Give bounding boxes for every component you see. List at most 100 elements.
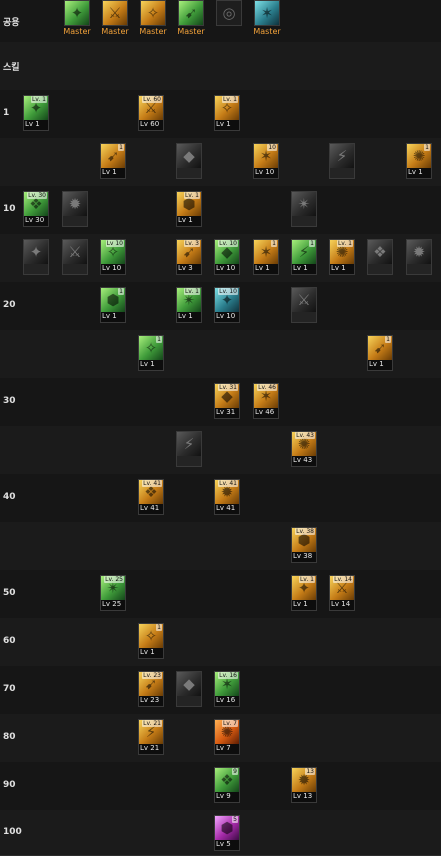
common-skill-5[interactable]: ◎ xyxy=(214,0,244,40)
skill-level-label: Lv 1 xyxy=(369,360,384,368)
skill-slot[interactable]: ◆ Lv. 10 Lv 10 xyxy=(214,239,240,275)
skill-slot[interactable]: ⬢ 5 Lv 5 xyxy=(214,815,240,851)
skill-slot[interactable]: ⬢ Lv. 1 Lv 1 xyxy=(176,191,202,227)
skill-rank-badge: Lv. 30 xyxy=(27,192,47,199)
skill-rank-badge: Lv. 1 xyxy=(221,96,238,103)
skill-slot[interactable]: ✦ xyxy=(23,239,49,275)
skill-slot[interactable]: ✧ 1 Lv 1 xyxy=(138,623,164,659)
row-level-label: 1 xyxy=(3,108,10,118)
row-level-label: 60 xyxy=(3,636,16,646)
skill-rank-badge: Lv. 43 xyxy=(295,432,315,439)
skill-rank-badge: Lv. 14 xyxy=(333,576,353,583)
skill-level-label: Lv 1 xyxy=(140,648,155,656)
skill-slot[interactable]: ◆ xyxy=(176,671,202,707)
skill-slot[interactable]: ➹ Lv. 23 Lv 23 xyxy=(138,671,164,707)
skill-slot[interactable]: ⚔ xyxy=(291,287,317,323)
arrow-icon: ◆ xyxy=(177,144,201,168)
common-skill-6[interactable]: ✶ Master xyxy=(252,0,282,40)
common-skill-4[interactable]: ➹ Master xyxy=(176,0,206,40)
skill-slot[interactable]: ➹ 1 Lv 1 xyxy=(100,143,126,179)
skill-slot[interactable]: ❖ xyxy=(367,239,393,275)
skill-slot[interactable]: ⚔ Lv. 14 Lv 14 xyxy=(329,575,355,611)
dash-icon: ➹ xyxy=(178,0,204,26)
skill-slot[interactable]: ⚡ xyxy=(329,143,355,179)
row-level-label: 30 xyxy=(3,396,16,406)
common-skill-1[interactable]: ✦ Master xyxy=(62,0,92,40)
skill-slot[interactable]: ✦ Lv. 10 Lv 10 xyxy=(214,287,240,323)
row-level-label: 80 xyxy=(3,732,16,742)
skill-slot[interactable]: ⚡ xyxy=(176,431,202,467)
skill-level-label: Lv 3 xyxy=(178,264,193,272)
cross-icon: ❖ xyxy=(368,240,392,264)
skill-slot[interactable]: ⬢ 1 Lv 1 xyxy=(100,287,126,323)
skill-slot[interactable]: ⚔ xyxy=(62,239,88,275)
skill-slot[interactable]: ✧ Lv. 1 Lv 1 xyxy=(214,95,240,131)
skill-slot[interactable]: ⚡ Lv. 21 Lv 21 xyxy=(138,719,164,755)
skill-slot[interactable]: ✺ 1 Lv 1 xyxy=(406,143,432,179)
skill-slot[interactable]: ⬢ Lv. 38 Lv 38 xyxy=(291,527,317,563)
skill-slot[interactable]: ✺ Lv. 1 Lv 1 xyxy=(329,239,355,275)
skill-rank-badge: 1 xyxy=(118,288,124,295)
skill-slot[interactable]: ✴ Lv. 25 Lv 25 xyxy=(100,575,126,611)
skill-slot[interactable]: ✺ Lv. 43 Lv 43 xyxy=(291,431,317,467)
shield-icon: ⚡ xyxy=(330,144,354,168)
skill-level-label: Lv 1 xyxy=(25,120,40,128)
skill-rank-badge: Lv. 25 xyxy=(104,576,124,583)
common-skill-2[interactable]: ⚔ Master xyxy=(100,0,130,40)
skill-slot[interactable]: ✶ 10 Lv 10 xyxy=(253,143,279,179)
row-level-label: 70 xyxy=(3,684,16,694)
common-skill-3[interactable]: ✧ Master xyxy=(138,0,168,40)
skill-level-label: Lv 5 xyxy=(216,840,231,848)
skill-slot[interactable]: ➹ 1 Lv 1 xyxy=(367,335,393,371)
skill-slot[interactable]: ◆ xyxy=(176,143,202,179)
master-label: Master xyxy=(177,27,205,36)
skill-rank-badge: 1 xyxy=(156,336,162,343)
skill-slot[interactable]: ⚡ 1 Lv 1 xyxy=(291,239,317,275)
skill-level-label: Lv 41 xyxy=(140,504,160,512)
skill-rank-badge: Lv. 10 xyxy=(218,240,238,247)
skill-rank-badge: Lv. 60 xyxy=(142,96,162,103)
skill-rank-badge: 1 xyxy=(385,336,391,343)
skill-slot[interactable]: ✶ 1 Lv 1 xyxy=(253,239,279,275)
skill-slot[interactable]: ✦ Lv. 1 Lv 1 xyxy=(23,95,49,131)
skill-level-label: Lv 16 xyxy=(216,696,236,704)
skill-rank-badge: 1 xyxy=(118,144,124,151)
skill-slot[interactable]: ❖ Lv. 30 Lv 30 xyxy=(23,191,49,227)
skill-level-label: Lv 30 xyxy=(25,216,45,224)
skill-rank-badge: Lv. 31 xyxy=(218,384,238,391)
skill-slot[interactable]: ✴ Lv. 1 Lv 1 xyxy=(176,287,202,323)
skill-level-label: Lv 38 xyxy=(293,552,313,560)
skill-level-label: Lv 1 xyxy=(102,312,117,320)
skill-rank-badge: Lv. 46 xyxy=(257,384,277,391)
skill-row xyxy=(0,426,441,475)
skill-slot[interactable]: ✶ Lv. 46 Lv 46 xyxy=(253,383,279,419)
skill-slot[interactable]: ➹ Lv. 3 Lv 3 xyxy=(176,239,202,275)
skill-slot[interactable]: ❖ Lv. 41 Lv 41 xyxy=(138,479,164,515)
skill-level-label: Lv 14 xyxy=(331,600,351,608)
skill-slot[interactable]: ✦ Lv. 1 Lv 1 xyxy=(291,575,317,611)
skill-level-label: Lv 31 xyxy=(216,408,236,416)
sword-icon: ✹ xyxy=(63,192,87,216)
skill-slot[interactable]: ✧ 1 Lv 1 xyxy=(138,335,164,371)
skill-rank-badge: 5 xyxy=(232,816,238,823)
skill-slot[interactable]: ✹ 13 Lv 13 xyxy=(291,767,317,803)
skill-slot[interactable]: ⚔ Lv. 60 Lv 60 xyxy=(138,95,164,131)
skill-slot[interactable]: ✴ xyxy=(291,191,317,227)
skill-slot[interactable]: ✧ Lv 10 Lv 10 xyxy=(100,239,126,275)
skill-level-label: Lv 60 xyxy=(140,120,160,128)
skill-rank-badge: Lv. 1 xyxy=(183,288,200,295)
skill-slot[interactable]: ✺ Lv. 7 Lv 7 xyxy=(214,719,240,755)
master-label: Master xyxy=(63,27,91,36)
skill-row: 50 xyxy=(0,570,441,619)
skill-slot[interactable]: ✹ xyxy=(406,239,432,275)
skill-slot[interactable]: ❖ 9 Lv 9 xyxy=(214,767,240,803)
skill-slot[interactable]: ✹ xyxy=(62,191,88,227)
skill-rank-badge: Lv. 1 xyxy=(30,96,47,103)
skill-rank-badge: Lv. 21 xyxy=(142,720,162,727)
skill-slot[interactable]: ✹ Lv. 41 Lv 41 xyxy=(214,479,240,515)
skill-slot[interactable]: ◆ Lv. 31 Lv 31 xyxy=(214,383,240,419)
tower-icon: ⚡ xyxy=(177,432,201,456)
master-label: Master xyxy=(101,27,129,36)
row-level-label: 100 xyxy=(3,827,22,837)
skill-slot[interactable]: ✶ Lv. 16 Lv 16 xyxy=(214,671,240,707)
